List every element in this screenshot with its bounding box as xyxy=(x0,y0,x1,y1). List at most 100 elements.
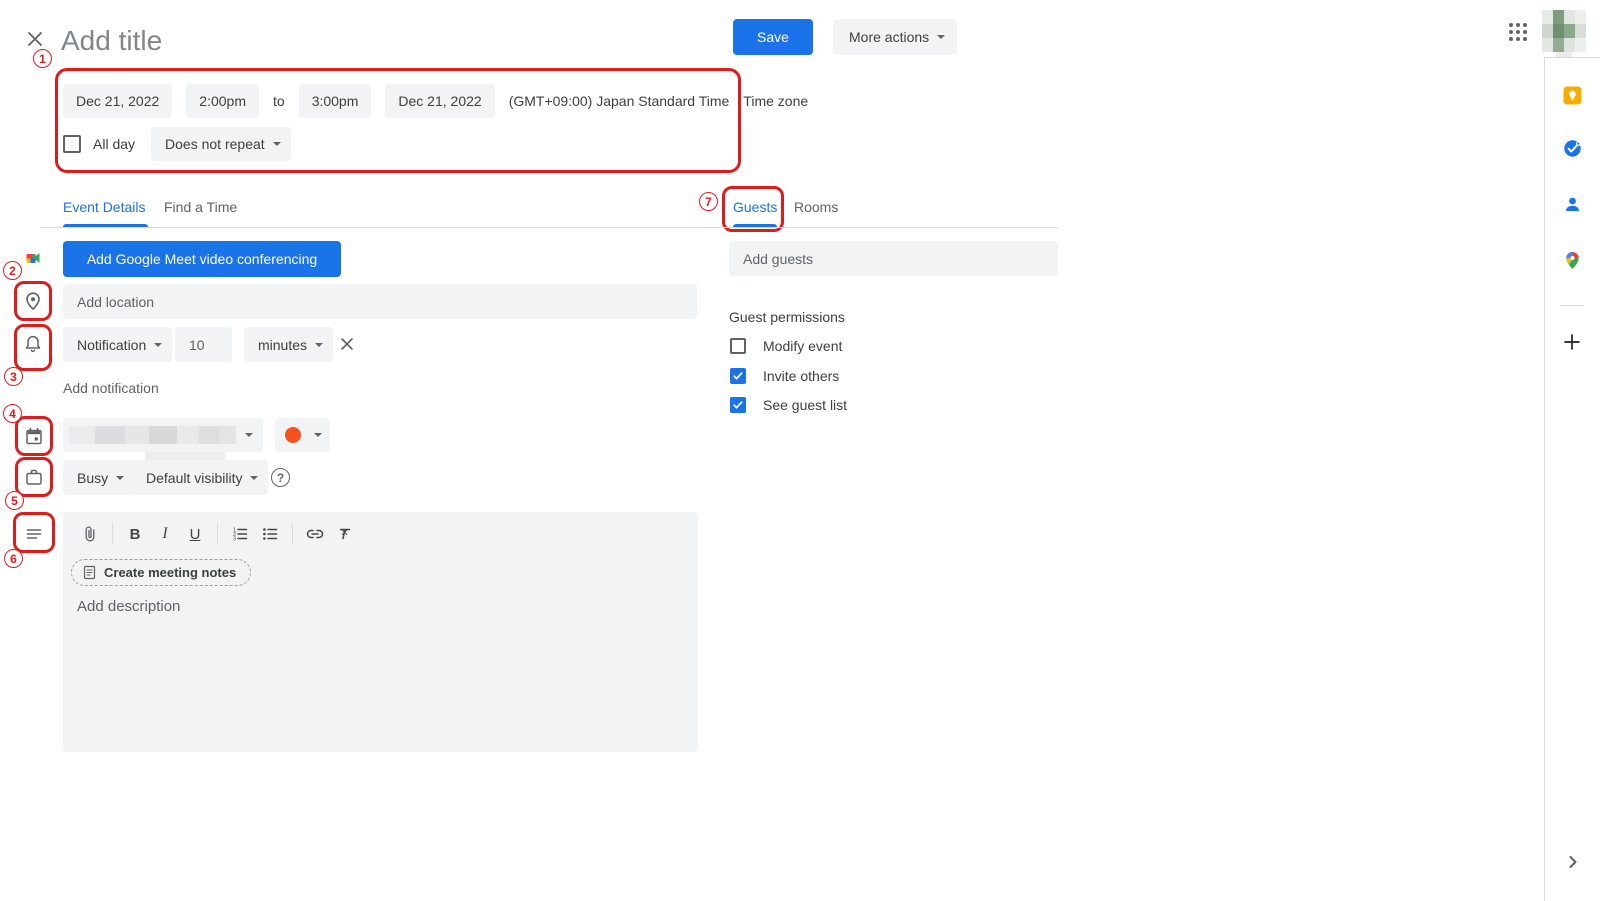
toolbar-separator xyxy=(292,523,293,545)
visibility-value: Default visibility xyxy=(146,470,242,486)
chevron-down-icon xyxy=(937,35,945,39)
see-guest-list-label: See guest list xyxy=(763,397,847,413)
see-guest-list-checkbox[interactable] xyxy=(730,397,746,413)
permission-row-guestlist: See guest list xyxy=(730,397,847,413)
clear-formatting-icon[interactable] xyxy=(330,519,360,549)
notification-unit-dropdown[interactable]: minutes xyxy=(244,327,333,362)
event-editor-page: Save More actions 1 2 3 4 5 6 7 Dec 21, … xyxy=(0,0,1600,901)
calendar-name-redacted xyxy=(69,426,236,444)
insert-link-icon[interactable] xyxy=(300,519,330,549)
notification-amount-input[interactable] xyxy=(175,327,232,362)
timezone-info: (GMT+09:00) Japan Standard Time xyxy=(509,93,730,109)
permission-row-invite: Invite others xyxy=(730,368,839,384)
right-tabbar-divider xyxy=(690,227,1058,228)
add-google-meet-button[interactable]: Add Google Meet video conferencing xyxy=(63,241,341,277)
plus-icon[interactable] xyxy=(1562,332,1582,352)
annotation-2: 2 xyxy=(3,261,22,280)
chevron-down-icon xyxy=(116,476,124,480)
guest-permissions-title: Guest permissions xyxy=(729,309,845,325)
left-tabbar-divider xyxy=(40,227,740,228)
help-icon[interactable]: ? xyxy=(271,468,290,487)
annotation-7: 7 xyxy=(699,192,718,211)
notification-type-value: Notification xyxy=(77,337,146,353)
side-panel-divider xyxy=(1560,305,1584,306)
start-date-button[interactable]: Dec 21, 2022 xyxy=(63,84,172,118)
permission-row-modify: Modify event xyxy=(730,338,842,354)
bold-icon[interactable]: B xyxy=(120,519,150,549)
busy-briefcase-icon xyxy=(24,467,44,487)
timezone-button[interactable]: Time zone xyxy=(743,93,808,109)
underline-icon[interactable]: U xyxy=(180,519,210,549)
to-label: to xyxy=(273,93,285,109)
description-placeholder: Add description xyxy=(77,598,180,615)
chevron-down-icon xyxy=(250,476,258,480)
event-color-dropdown[interactable] xyxy=(275,418,330,452)
tab-event-details-underline xyxy=(63,224,148,227)
tab-guests[interactable]: Guests xyxy=(733,199,777,215)
meeting-notes-doc-icon xyxy=(82,565,97,580)
add-notification-button[interactable]: Add notification xyxy=(63,380,159,396)
notification-bell-icon xyxy=(23,334,43,354)
tab-find-a-time[interactable]: Find a Time xyxy=(164,199,237,215)
end-date-button[interactable]: Dec 21, 2022 xyxy=(385,84,494,118)
visibility-dropdown[interactable]: Default visibility xyxy=(132,460,268,495)
annotation-3: 3 xyxy=(4,367,23,386)
toolbar-separator xyxy=(217,523,218,545)
calendar-select-dropdown[interactable] xyxy=(63,418,263,452)
side-panel xyxy=(1544,57,1600,901)
close-icon[interactable] xyxy=(25,29,45,49)
annotation-4: 4 xyxy=(3,404,22,423)
event-color-dot xyxy=(285,427,301,443)
create-meeting-notes-button[interactable]: Create meeting notes xyxy=(71,559,251,586)
chevron-right-icon[interactable] xyxy=(1563,852,1583,872)
end-time-button[interactable]: 3:00pm xyxy=(299,84,372,118)
google-meet-icon xyxy=(24,249,42,267)
all-day-label: All day xyxy=(93,136,135,152)
more-actions-button[interactable]: More actions xyxy=(833,19,957,55)
recurrence-dropdown[interactable]: Does not repeat xyxy=(151,127,291,161)
chevron-down-icon xyxy=(314,433,322,437)
italic-icon[interactable]: I xyxy=(150,519,180,549)
remove-notification-icon[interactable] xyxy=(338,335,356,353)
chevron-down-icon xyxy=(273,142,281,146)
invite-others-checkbox[interactable] xyxy=(730,368,746,384)
google-apps-grid-icon[interactable] xyxy=(1507,21,1529,43)
modify-event-checkbox[interactable] xyxy=(730,338,746,354)
more-actions-label: More actions xyxy=(849,29,929,45)
annotation-5: 5 xyxy=(5,491,24,510)
tab-guests-underline xyxy=(733,224,777,227)
chevron-down-icon xyxy=(315,343,323,347)
busy-status-dropdown[interactable]: Busy xyxy=(63,460,134,495)
tab-rooms[interactable]: Rooms xyxy=(794,199,838,215)
notification-type-dropdown[interactable]: Notification xyxy=(63,327,172,362)
add-guests-input[interactable] xyxy=(729,241,1058,276)
attachment-icon[interactable] xyxy=(75,519,105,549)
save-button[interactable]: Save xyxy=(733,19,813,55)
bulleted-list-icon[interactable] xyxy=(255,519,285,549)
recurrence-value: Does not repeat xyxy=(165,136,265,152)
start-time-button[interactable]: 2:00pm xyxy=(186,84,259,118)
busy-status-value: Busy xyxy=(77,470,108,486)
description-icon xyxy=(24,524,44,544)
location-icon xyxy=(23,291,43,311)
calendar-icon xyxy=(24,426,44,446)
annotation-1: 1 xyxy=(33,49,52,68)
all-day-checkbox[interactable] xyxy=(63,135,81,153)
event-title-input[interactable] xyxy=(61,20,681,62)
modify-event-label: Modify event xyxy=(763,338,842,354)
tab-event-details[interactable]: Event Details xyxy=(63,199,145,215)
tasks-icon[interactable] xyxy=(1562,138,1582,158)
numbered-list-icon[interactable]: 1 2 3 xyxy=(225,519,255,549)
keep-icon[interactable] xyxy=(1562,85,1582,105)
location-input[interactable] xyxy=(63,284,697,319)
avatar[interactable] xyxy=(1542,10,1586,52)
contacts-icon[interactable] xyxy=(1562,194,1582,214)
invite-others-label: Invite others xyxy=(763,368,839,384)
maps-icon[interactable] xyxy=(1562,250,1582,270)
svg-text:3: 3 xyxy=(233,536,236,542)
toolbar-separator xyxy=(112,523,113,545)
check-icon xyxy=(732,370,744,382)
meeting-notes-label: Create meeting notes xyxy=(104,565,236,580)
check-icon xyxy=(732,399,744,411)
description-editor[interactable]: B I U 1 2 3 xyxy=(63,512,698,752)
